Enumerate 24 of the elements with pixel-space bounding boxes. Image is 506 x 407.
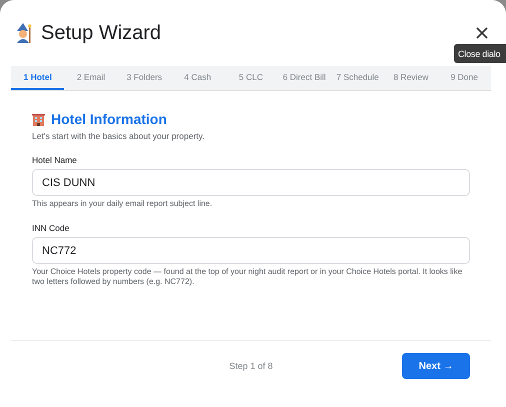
help-text: Your Choice Hotels property code — found at the top of your night audit report or in your Choice Hotels portal. It looks like two letters followed by numbers (e.g. NC772). — [32, 267, 464, 287]
wizard-tab[interactable]: 2 Email — [64, 66, 118, 90]
wizard-tab[interactable]: 7 Schedule — [330, 66, 384, 90]
field-label: Hotel Name — [32, 155, 78, 165]
text-field[interactable]: CIS DUNN — [32, 169, 470, 196]
wizard-tab[interactable]: 3 Folders — [118, 66, 171, 90]
next-button[interactable]: Next → — [402, 353, 470, 379]
help-text: This appears in your daily email report subject line. — [32, 199, 214, 209]
wizard-tab[interactable]: 5 CLC — [224, 66, 278, 90]
field-label: INN Code — [32, 223, 70, 233]
section-heading: Hotel Information — [51, 111, 167, 127]
hotel-icon — [32, 112, 45, 126]
wizard-tab[interactable]: 8 Review — [384, 66, 438, 90]
wizard-icon — [15, 23, 33, 43]
step-counter: Step 1 of 8 — [229, 361, 273, 371]
tooltip: Close dialo — [454, 44, 506, 63]
wizard-tab[interactable]: 9 Done — [438, 66, 491, 90]
section-subtitle: Let's start with the basics about your property. — [32, 131, 206, 141]
wizard-tab[interactable]: 4 Cash — [170, 66, 224, 90]
dialog-title: Setup Wizard — [41, 22, 162, 44]
wizard-tab[interactable]: 1 Hotel — [11, 66, 64, 90]
wizard-tab[interactable]: 6 Direct Bill — [278, 66, 331, 90]
text-field[interactable]: NC772 — [32, 237, 470, 264]
close-icon[interactable] — [474, 25, 490, 41]
